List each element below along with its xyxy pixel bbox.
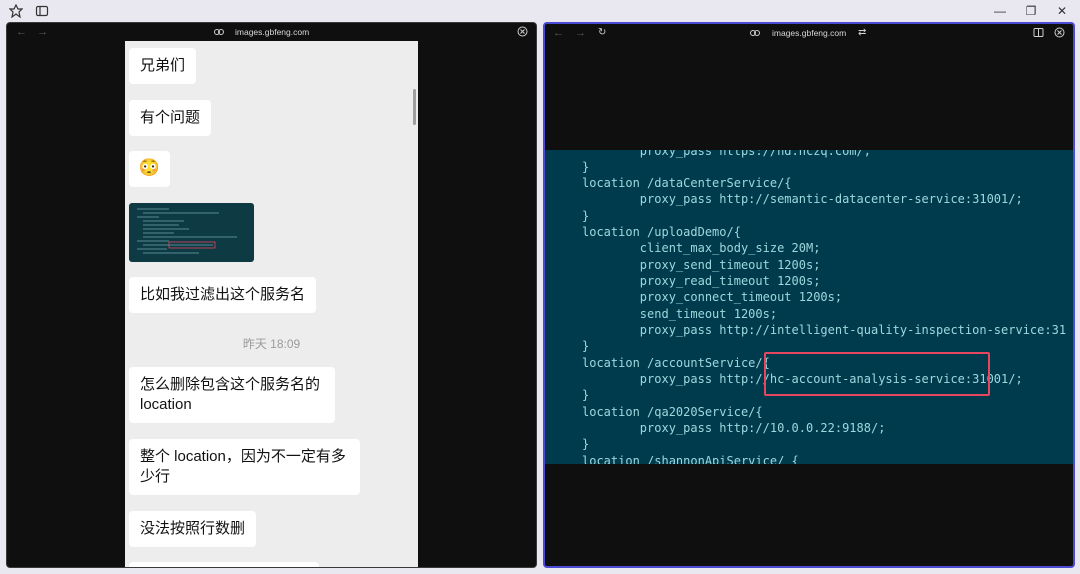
code-line: location /shannonApiService/ { <box>582 454 799 464</box>
sidebar-toggle-icon[interactable] <box>35 4 49 18</box>
flushed-face-icon: 😳 <box>129 151 170 187</box>
left-browser-pane: ← → images.gbfeng.com 兄弟们 有个问题 😳 比如我过滤出这… <box>6 22 537 568</box>
message-bubble: 没法按照行数删 <box>129 511 257 547</box>
code-line: } <box>582 388 590 402</box>
app-logo-icon[interactable] <box>9 4 23 18</box>
minimize-button[interactable]: — <box>990 3 1010 19</box>
url-text[interactable]: images.gbfeng.com <box>235 27 309 37</box>
code-line: proxy_pass https://hd.hczq.com/; <box>582 150 871 158</box>
code-line: } <box>582 437 590 451</box>
address-bar: ← → images.gbfeng.com <box>7 23 536 42</box>
address-bar: ← → ↻ images.gbfeng.com ⇄ <box>545 24 1073 43</box>
code-line: proxy_connect_timeout 1200s; <box>582 290 843 304</box>
code-line: location /qa2020Service/{ <box>582 405 763 419</box>
reload-icon[interactable]: ↻ <box>598 27 606 39</box>
code-line: send_timeout 1200s; <box>582 307 778 321</box>
forward-icon[interactable]: → <box>575 27 586 39</box>
code-line: location /accountService/{ <box>582 356 770 370</box>
tune-icon[interactable]: ⇄ <box>858 27 866 39</box>
highlight-box <box>764 352 990 396</box>
maximize-button[interactable]: ❐ <box>1021 3 1041 19</box>
message-bubble: 整个 location，因为不一定有多少行 <box>129 439 360 495</box>
back-icon[interactable]: ← <box>553 27 564 39</box>
code-line: } <box>582 160 590 174</box>
code-line: } <box>582 339 590 353</box>
message-bubble: 兄弟们 <box>129 48 197 84</box>
message-bubble: 比如我过滤出这个服务名 <box>129 277 317 313</box>
right-browser-pane: ← → ↻ images.gbfeng.com ⇄ proxy_pass htt… <box>543 22 1075 568</box>
url-text[interactable]: images.gbfeng.com <box>772 28 846 38</box>
back-icon[interactable]: ← <box>16 26 27 38</box>
chat-scrollbar[interactable] <box>413 89 416 125</box>
nginx-config-screenshot: proxy_pass https://hd.hczq.com/; } locat… <box>545 150 1073 464</box>
message-bubble: 怎么删除包含这个服务名的location <box>129 367 335 423</box>
code-screenshot-thumbnail[interactable] <box>129 203 254 262</box>
code-line: location /dataCenterService/{ <box>582 176 792 190</box>
forward-icon[interactable]: → <box>37 26 48 38</box>
message-bubble: 有个问题 <box>129 100 212 136</box>
code-line: proxy_pass http://semantic-datacenter-se… <box>582 192 1023 206</box>
code-line: } <box>582 209 590 223</box>
code-line: location /uploadDemo/{ <box>582 225 741 239</box>
code-line: client_max_body_size 20M; <box>582 241 821 255</box>
split-view-icon[interactable] <box>1033 27 1044 38</box>
code-line: proxy_pass http://10.0.0.22:9188/; <box>582 421 886 435</box>
timestamp: 昨天 18:09 <box>242 337 301 351</box>
code-line: proxy_pass http://intelligent-quality-in… <box>582 323 1067 337</box>
chat-screenshot: 兄弟们 有个问题 😳 比如我过滤出这个服务名 昨天 18:09 怎么删除包含这个… <box>125 41 418 567</box>
link-icon <box>750 30 760 36</box>
close-pane-icon[interactable] <box>517 26 528 37</box>
title-bar: — ❐ ✕ <box>0 0 1080 22</box>
close-window-button[interactable]: ✕ <box>1052 3 1072 19</box>
link-icon <box>214 29 224 35</box>
code-line: proxy_send_timeout 1200s; <box>582 258 821 272</box>
close-pane-icon[interactable] <box>1054 27 1065 38</box>
code-line: proxy_read_timeout 1200s; <box>582 274 821 288</box>
message-bubble-partial <box>129 562 319 567</box>
